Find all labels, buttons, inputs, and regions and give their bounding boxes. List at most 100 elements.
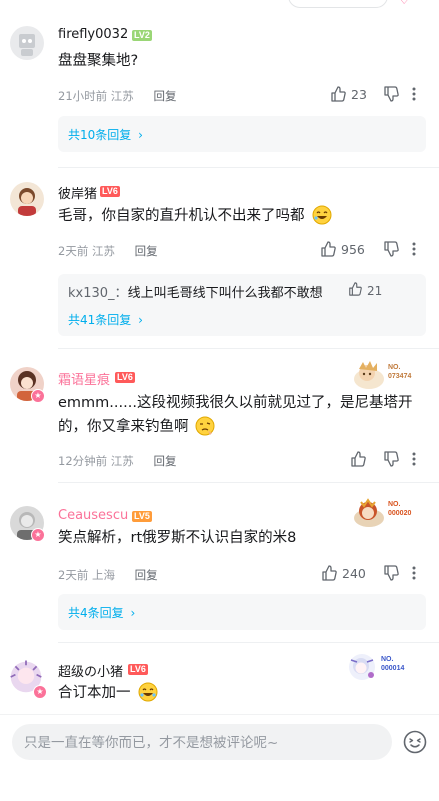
level-badge: LV6: [115, 372, 135, 383]
fan-medal-value: 073474: [388, 373, 412, 380]
comment-meta: 12分钟前 江苏 回复: [58, 453, 176, 469]
level-badge: LV6: [100, 186, 120, 197]
divider: [58, 348, 439, 349]
comment-text: 笑点解析，rt俄罗斯不认识自家的米8: [58, 530, 297, 546]
sub-replies-box: kx130_：线上叫毛哥线下叫什么我都不敢想 21 共41条回复 ›: [58, 274, 426, 336]
thumbs-down-icon: [383, 565, 399, 581]
emoji-button[interactable]: [402, 729, 428, 759]
thumbs-up-icon: [348, 282, 362, 299]
level-badge: LV5: [132, 511, 152, 522]
fan-medal-label: NO.: [381, 656, 394, 663]
chevron-right-icon: ›: [138, 128, 143, 142]
thumbs-up-icon: [330, 86, 346, 102]
heart-icon[interactable]: ♡: [398, 0, 411, 8]
more-replies-text: 共4条回复: [68, 606, 124, 620]
more-options-button[interactable]: [412, 451, 416, 467]
view-more-replies-link[interactable]: 共4条回复 ›: [68, 604, 135, 621]
comment-location: 江苏: [110, 454, 134, 468]
comment-text: 盘盘聚集地?: [58, 53, 139, 69]
vip-badge-icon: ★: [31, 528, 45, 542]
like-button[interactable]: 956: [320, 241, 365, 257]
thumbs-down-icon: [383, 86, 399, 102]
username[interactable]: Ceausescu: [58, 508, 128, 523]
comment-input[interactable]: [22, 724, 386, 762]
thumbs-up-icon: [320, 241, 336, 257]
comment-text-body: 毛哥，你自家的直升机认不出来了吗都: [58, 208, 305, 224]
dislike-button[interactable]: [383, 451, 399, 467]
comment-location: 江苏: [91, 244, 115, 258]
fan-medal-value: 000020: [388, 510, 412, 517]
avatar[interactable]: [10, 182, 44, 216]
username[interactable]: 超级の小猪: [58, 661, 123, 680]
reply-button[interactable]: 回复: [135, 244, 158, 258]
vip-badge-icon: ★: [33, 685, 47, 699]
reply-button[interactable]: 回复: [153, 89, 176, 103]
previous-reply-pill[interactable]: [288, 0, 388, 8]
more-replies-text: 共41条回复: [68, 313, 132, 327]
comment-location: 江苏: [110, 89, 134, 103]
vip-badge-icon: ★: [31, 389, 45, 403]
fan-medal-label: NO.: [388, 501, 401, 508]
fan-medal-art-icon: [349, 654, 375, 680]
comment-text: emmm......这段视频我很久以前就见过了，是尼基塔开的，你又拿来钓鱼啊: [58, 391, 428, 444]
comment-input-bar: [0, 714, 439, 801]
view-more-replies-link[interactable]: 共10条回复 ›: [68, 126, 143, 143]
reply-button[interactable]: 回复: [135, 568, 158, 582]
fan-medal-number: NO. 000014: [381, 655, 404, 673]
sub-reply-like-button[interactable]: 21: [348, 282, 382, 299]
sub-replies-box: 共10条回复 ›: [58, 116, 426, 152]
more-options-button[interactable]: [412, 86, 416, 102]
username[interactable]: firefly0032: [58, 27, 128, 42]
divider: [58, 642, 439, 643]
thumbs-down-icon: [383, 451, 399, 467]
comment-input-container[interactable]: [12, 724, 392, 762]
sub-reply-like-count: 21: [367, 283, 383, 298]
thumbs-up-icon: [321, 565, 337, 581]
thumbs-up-icon: [350, 451, 366, 467]
sub-replies-box: 共4条回复 ›: [58, 594, 426, 630]
more-dots-icon: [412, 565, 416, 581]
fan-medal-number: NO. 000020: [388, 500, 411, 518]
fan-medal[interactable]: NO. 000014: [345, 649, 431, 685]
avatar[interactable]: [10, 26, 44, 60]
like-count: 240: [342, 565, 366, 581]
sub-reply-author[interactable]: kx130_: [68, 286, 115, 301]
like-count: 23: [351, 86, 367, 102]
like-count: 956: [341, 241, 365, 257]
laughing-emoji-icon: [312, 205, 332, 233]
fan-medal[interactable]: NO. 073474: [352, 357, 438, 393]
more-dots-icon: [412, 241, 416, 257]
comment-meta: 2天前 江苏 回复: [58, 243, 158, 259]
dislike-button[interactable]: [383, 241, 399, 257]
fan-medal[interactable]: NO. 000020: [352, 494, 438, 530]
more-options-button[interactable]: [412, 241, 416, 257]
comment-text-body: 合订本加一: [58, 685, 131, 701]
like-button[interactable]: 23: [330, 86, 367, 102]
fan-medal-value: 000014: [381, 665, 405, 672]
comment-meta: 21小时前 江苏 回复: [58, 88, 176, 104]
dislike-button[interactable]: [383, 86, 399, 102]
more-replies-text: 共10条回复: [68, 128, 132, 142]
thumbs-down-icon: [383, 241, 399, 257]
like-button[interactable]: 240: [321, 565, 366, 581]
view-more-replies-link[interactable]: 共41条回复 ›: [68, 311, 143, 328]
sub-reply: kx130_：线上叫毛哥线下叫什么我都不敢想: [68, 282, 323, 301]
level-badge: LV6: [128, 664, 148, 675]
previous-content-strip: ♡: [0, 0, 439, 10]
more-options-button[interactable]: [412, 565, 416, 581]
more-dots-icon: [412, 86, 416, 102]
comment-time: 21小时前: [58, 89, 108, 103]
chevron-right-icon: ›: [130, 606, 136, 620]
dislike-button[interactable]: [383, 565, 399, 581]
sub-reply-text: 线上叫毛哥线下叫什么我都不敢想: [127, 286, 323, 301]
comment-text: 合订本加一: [58, 681, 388, 710]
fan-medal-art-icon: [354, 361, 384, 389]
username[interactable]: 霜语星痕: [58, 369, 110, 388]
like-button[interactable]: [350, 451, 371, 467]
comment-time: 12分钟前: [58, 454, 108, 468]
comment-text-body: emmm......这段视频我很久以前就见过了，是尼基塔开的，你又拿来钓鱼啊: [58, 395, 413, 435]
reply-button[interactable]: 回复: [153, 454, 176, 468]
username[interactable]: 彼岸猪: [58, 183, 97, 202]
sub-reply-separator: ：: [114, 286, 128, 301]
thinking-emoji-icon: [195, 416, 215, 444]
